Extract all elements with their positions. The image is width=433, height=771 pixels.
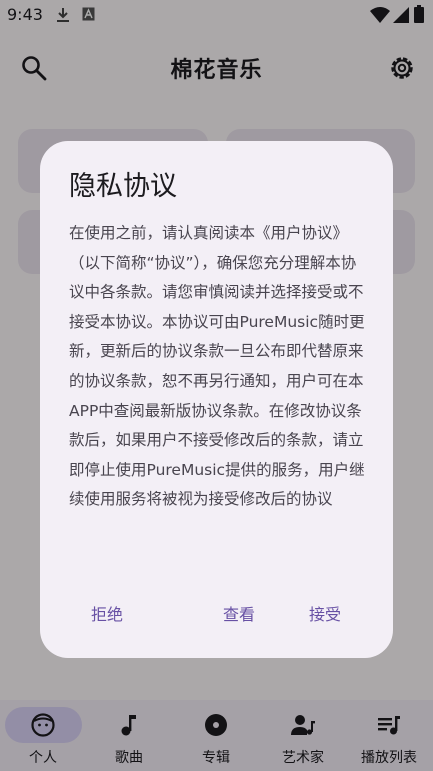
- accept-button[interactable]: 接受: [303, 597, 347, 629]
- screen: 9:43 棉花音乐 个人 歌曲 专辑 艺术家 播放列表 隐私协议 在使用之前，请…: [0, 0, 433, 771]
- dialog-body-text: 在使用之前，请认真阅读本《用户协议》（以下简称“协议”），确保您充分理解本协议中…: [69, 224, 365, 509]
- privacy-dialog: 隐私协议 在使用之前，请认真阅读本《用户协议》（以下简称“协议”），确保您充分理…: [40, 141, 393, 658]
- reject-button[interactable]: 拒绝: [85, 597, 129, 629]
- view-button[interactable]: 查看: [217, 597, 261, 629]
- dialog-title: 隐私协议: [69, 171, 177, 202]
